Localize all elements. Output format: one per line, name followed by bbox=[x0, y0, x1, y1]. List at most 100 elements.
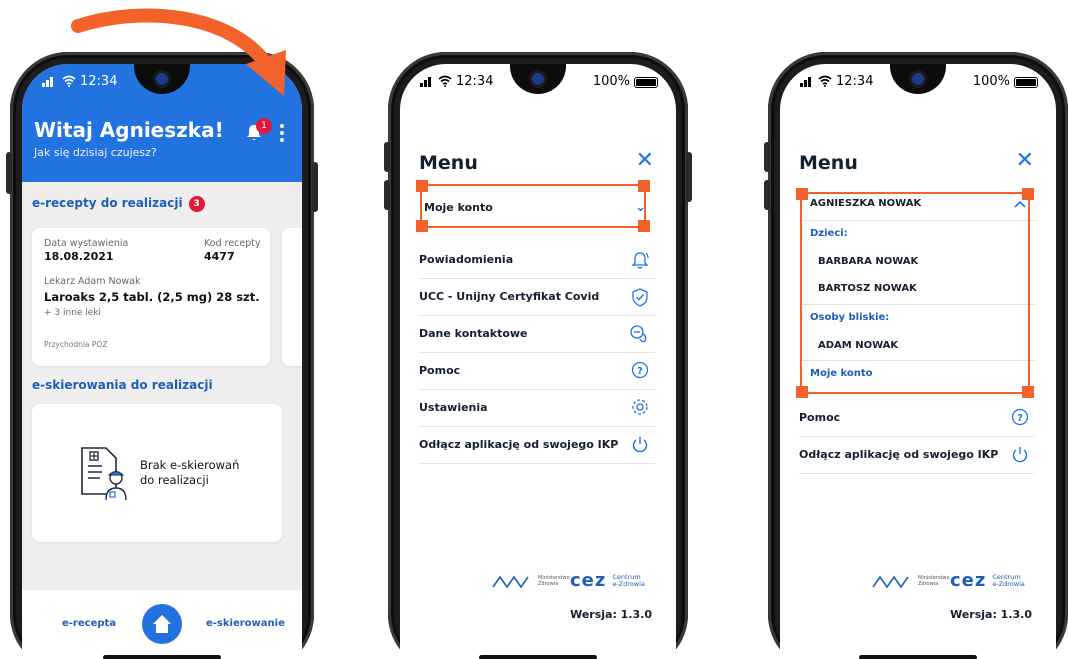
cez-logo: cez bbox=[950, 570, 987, 591]
referrals-empty-text: Brak e-skierowań do realizacji bbox=[140, 458, 239, 488]
ministry-logo-icon bbox=[492, 575, 529, 588]
nav-prescriptions[interactable]: e-recepta bbox=[62, 618, 116, 629]
next-prescription-card[interactable] bbox=[282, 228, 302, 366]
more-drugs: + 3 inne leki bbox=[44, 308, 102, 318]
home-button[interactable] bbox=[142, 604, 182, 644]
phone-menu-expanded: 12:34 100% Menu ✕ AGNIESZKA NOWAK Dzieci… bbox=[764, 52, 1068, 659]
menu-item-covid-certificate[interactable]: UCC - Unijny Certyfikat Covid bbox=[419, 279, 655, 316]
menu-item-label: Odłącz aplikację od swojego IKP bbox=[419, 438, 619, 451]
shield-check-icon bbox=[632, 288, 648, 307]
close-icon[interactable]: ✕ bbox=[1016, 150, 1034, 172]
volume-down-button bbox=[764, 180, 770, 210]
camera-icon bbox=[532, 73, 544, 85]
signal-icon bbox=[420, 77, 431, 87]
menu-item-help[interactable]: Pomoc ? bbox=[799, 400, 1035, 437]
battery-text: 100% bbox=[972, 74, 1010, 89]
pointer-arrow-icon bbox=[71, 8, 286, 96]
status-time: 12:34 bbox=[456, 74, 494, 89]
greeting: Witaj Agnieszka! bbox=[34, 118, 224, 142]
menu-item-disconnect[interactable]: Odłącz aplikację od swojego IKP bbox=[419, 427, 655, 464]
prescriptions-title: e-recepty do realizacji bbox=[32, 196, 183, 210]
menu-item-label: Pomoc bbox=[799, 411, 841, 424]
clinic-name: Przychodnia POZ bbox=[44, 340, 108, 349]
app-version: Wersja: 1.3.0 bbox=[950, 608, 1032, 621]
partner-logos: Ministerstwo Zdrowia cez Centrum e-Zdrow… bbox=[872, 570, 1026, 591]
screen: 12:34 Witaj Agnieszka! Jak się dzisiaj c… bbox=[22, 64, 302, 659]
volume-up-button bbox=[384, 142, 390, 172]
power-icon bbox=[632, 437, 648, 453]
battery-text: 100% bbox=[592, 74, 630, 89]
gear-icon bbox=[632, 399, 648, 415]
nav-referrals[interactable]: e-skierowanie bbox=[206, 618, 285, 629]
issue-date-value: 18.08.2021 bbox=[44, 250, 114, 263]
bell-icon bbox=[631, 252, 649, 269]
volume-button bbox=[6, 152, 12, 194]
menu-item-label: UCC - Unijny Certyfikat Covid bbox=[419, 290, 600, 303]
contact-icon bbox=[630, 325, 647, 343]
partner-logos: Ministerstwo Zdrowia cez Centrum e-Zdrow… bbox=[492, 570, 646, 591]
bottom-nav: e-recepta e-skierowanie bbox=[22, 590, 302, 659]
empty-referral-icon bbox=[81, 447, 127, 501]
prescriptions-heading[interactable]: e-recepty do realizacji 3 bbox=[32, 196, 205, 212]
menu-item-disconnect[interactable]: Odłącz aplikację od swojego IKP bbox=[799, 437, 1035, 474]
prescriptions-count-badge: 3 bbox=[188, 196, 205, 212]
menu-item-label: Pomoc bbox=[419, 364, 461, 377]
doctor-name: Lekarz Adam Nowak bbox=[44, 276, 141, 287]
wifi-icon bbox=[438, 75, 452, 87]
battery-icon bbox=[1014, 77, 1038, 88]
volume-down-button bbox=[384, 180, 390, 210]
menu-item-settings[interactable]: Ustawienia bbox=[419, 390, 655, 427]
home-indicator bbox=[103, 655, 221, 659]
ministry-name: Ministerstwo Zdrowia bbox=[918, 574, 950, 587]
power-button bbox=[312, 162, 318, 212]
code-value: 4477 bbox=[204, 250, 235, 263]
menu-item-notifications[interactable]: Powiadomienia bbox=[419, 242, 655, 279]
camera-icon bbox=[912, 73, 924, 85]
home-indicator bbox=[859, 655, 977, 659]
signal-icon bbox=[800, 77, 811, 87]
more-options-button[interactable] bbox=[280, 124, 284, 142]
highlight-frame bbox=[796, 188, 1034, 398]
volume-up-button bbox=[764, 142, 770, 172]
svg-text:?: ? bbox=[1017, 413, 1023, 424]
menu-item-contact-data[interactable]: Dane kontaktowe bbox=[419, 316, 655, 353]
empty-line-2: do realizacji bbox=[140, 473, 209, 487]
menu-item-label: Dane kontaktowe bbox=[419, 327, 528, 340]
notifications-button[interactable]: 1 bbox=[246, 118, 272, 146]
issue-date-label: Data wystawienia bbox=[44, 238, 129, 249]
power-icon bbox=[1012, 447, 1028, 463]
referrals-heading: e-skierowania do realizacji bbox=[32, 378, 213, 392]
screen: 12:34 100% Menu ✕ Moje konto ⌄ Powiadomi… bbox=[400, 64, 676, 659]
status-time: 12:34 bbox=[836, 74, 874, 89]
highlight-frame bbox=[416, 180, 650, 232]
cez-logo: cez bbox=[570, 570, 607, 591]
referrals-empty-card: Brak e-skierowań do realizacji bbox=[32, 404, 282, 542]
phone-menu: 12:34 100% Menu ✕ Moje konto ⌄ Powiadomi… bbox=[384, 52, 692, 659]
notification-badge: 1 bbox=[256, 118, 272, 134]
menu-item-label: Powiadomienia bbox=[419, 253, 514, 266]
home-body: e-recepty do realizacji 3 Data wystawieni… bbox=[22, 182, 302, 659]
menu-title: Menu bbox=[419, 152, 478, 174]
wifi-icon bbox=[818, 75, 832, 87]
help-icon: ? bbox=[1011, 408, 1029, 426]
screen: 12:34 100% Menu ✕ AGNIESZKA NOWAK Dzieci… bbox=[780, 64, 1056, 659]
help-icon: ? bbox=[631, 361, 649, 379]
prescription-card[interactable]: Data wystawienia 18.08.2021 Kod recepty … bbox=[32, 228, 270, 366]
home-icon bbox=[153, 615, 171, 633]
menu-title: Menu bbox=[799, 152, 858, 174]
menu-item-label: Ustawienia bbox=[419, 401, 488, 414]
greeting-subtitle: Jak się dzisiaj czujesz? bbox=[34, 146, 157, 159]
ministry-logo-icon bbox=[872, 575, 909, 588]
power-button bbox=[686, 152, 692, 202]
app-version: Wersja: 1.3.0 bbox=[570, 608, 652, 621]
svg-text:?: ? bbox=[637, 366, 643, 377]
close-icon[interactable]: ✕ bbox=[636, 150, 654, 172]
cez-name: Centrum e-Zdrowia bbox=[992, 572, 1025, 588]
menu-item-help[interactable]: Pomoc ? bbox=[419, 353, 655, 390]
drug-name: Laroaks 2,5 tabl. (2,5 mg) 28 szt. bbox=[44, 290, 260, 304]
stage: 12:34 Witaj Agnieszka! Jak się dzisiaj c… bbox=[0, 0, 1068, 659]
code-label: Kod recepty bbox=[204, 238, 261, 249]
battery-icon bbox=[634, 77, 658, 88]
ministry-name: Ministerstwo Zdrowia bbox=[538, 574, 570, 587]
home-indicator bbox=[479, 655, 597, 659]
